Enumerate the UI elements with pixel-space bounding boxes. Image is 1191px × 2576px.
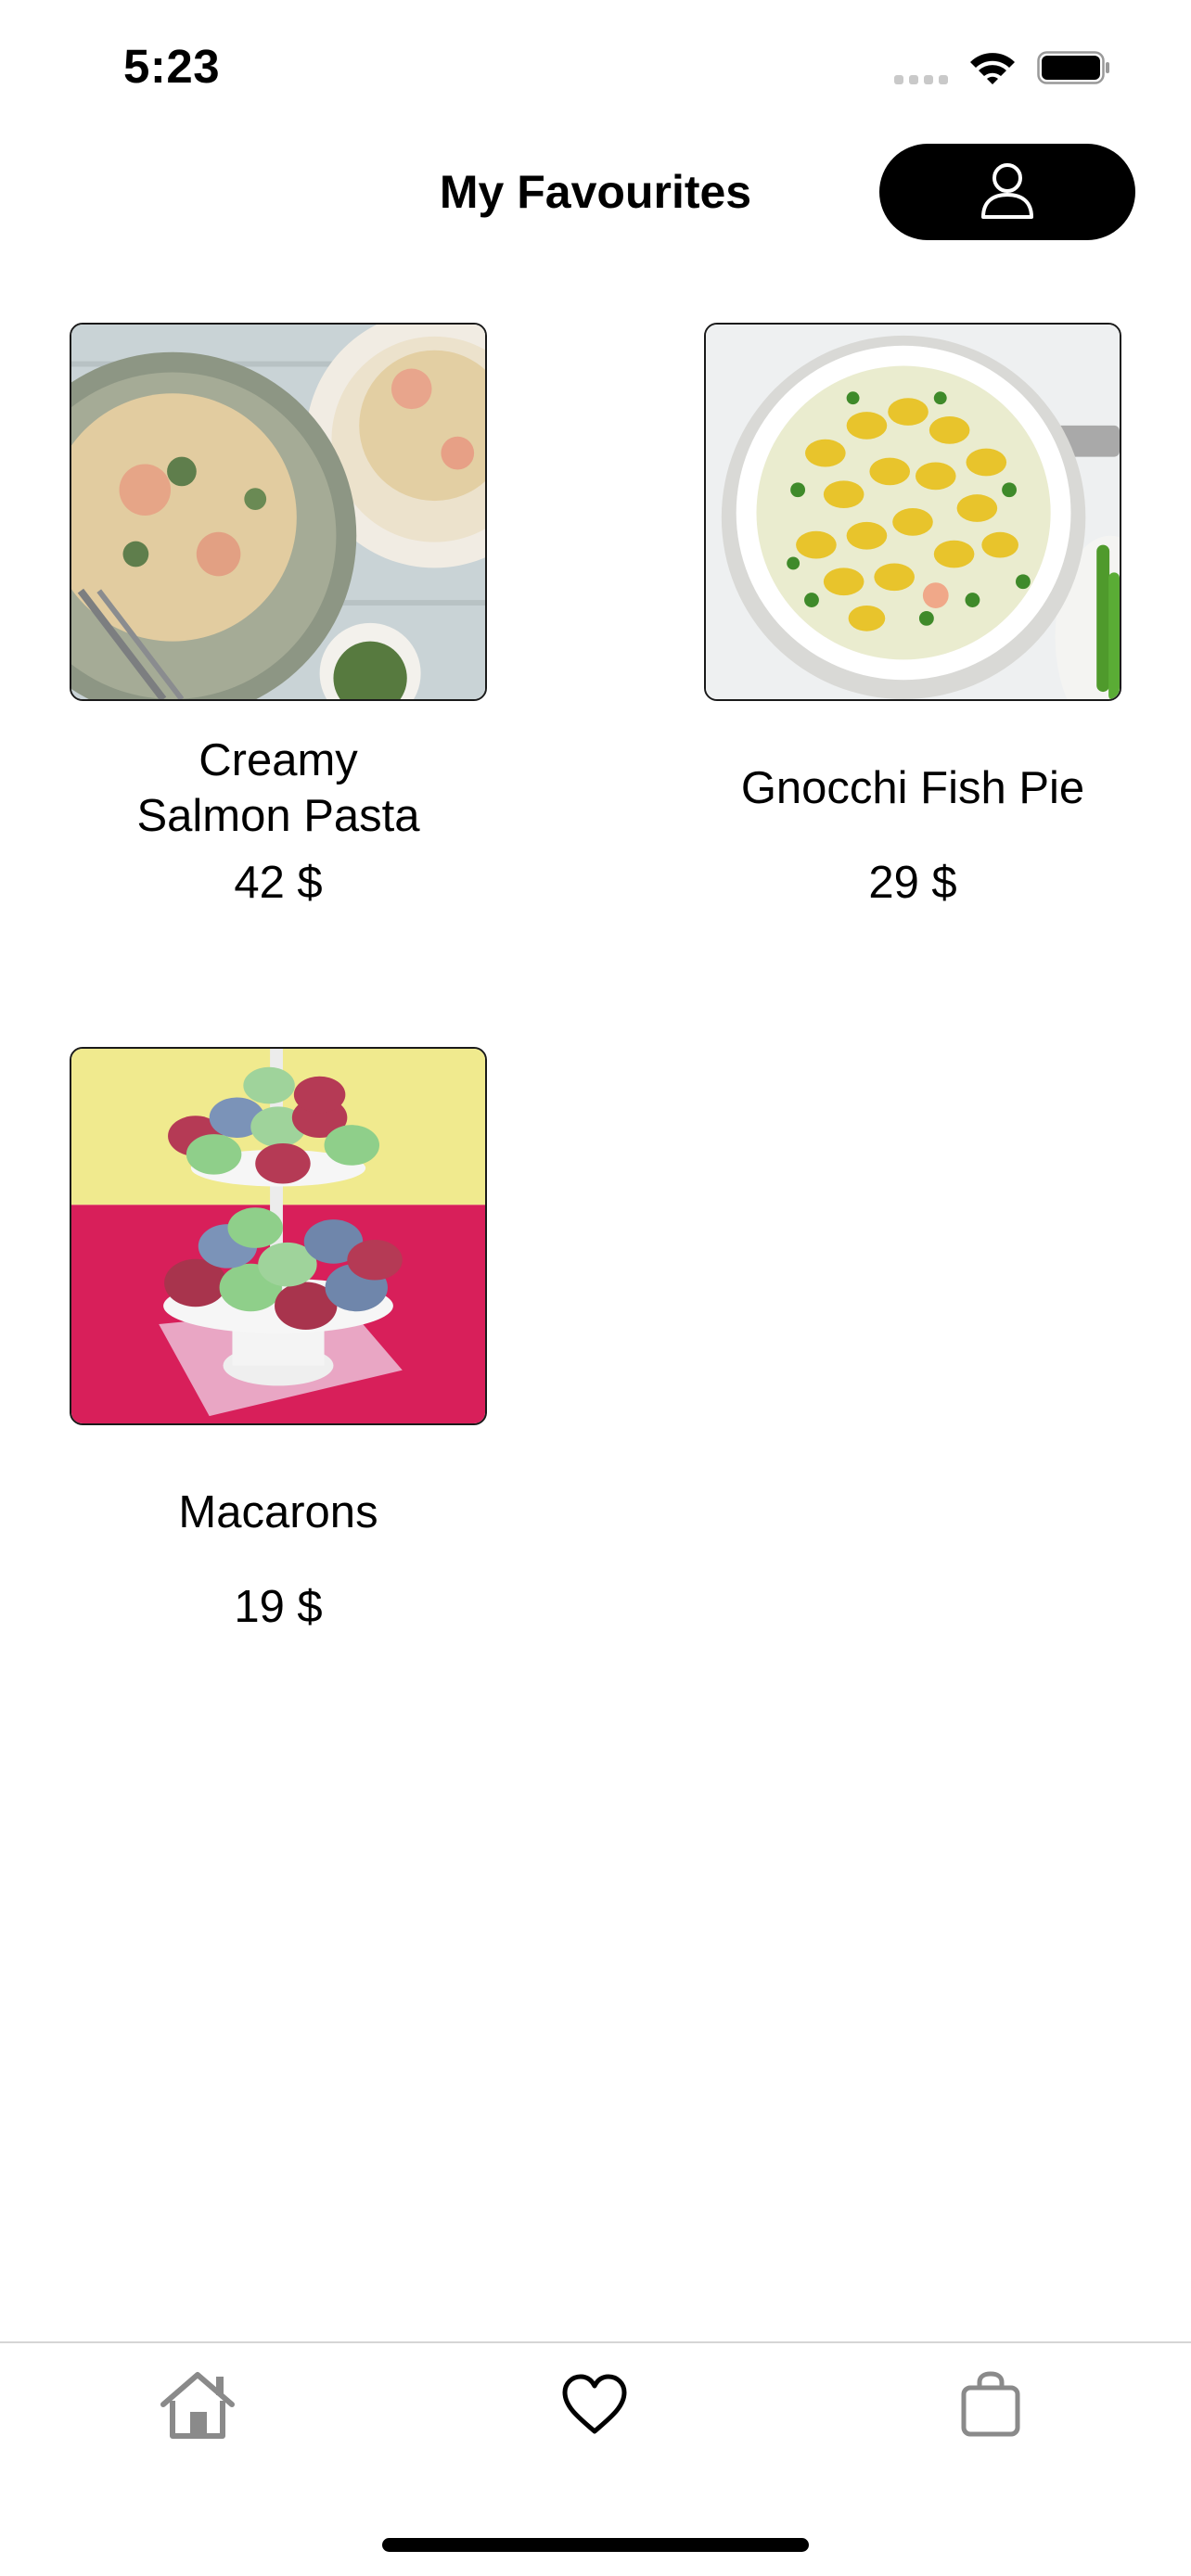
tab-home[interactable] xyxy=(142,2360,253,2453)
card-price: 29 $ xyxy=(868,858,957,908)
wifi-icon xyxy=(968,50,1017,85)
card-price: 19 $ xyxy=(234,1582,323,1632)
card-name: Gnocchi Fish Pie xyxy=(740,763,1085,813)
creamy-salmon-pasta-image[interactable] xyxy=(70,323,487,701)
favourite-card[interactable]: Gnocchi Fish Pie 29 $ xyxy=(704,323,1121,909)
profile-button[interactable] xyxy=(879,144,1135,240)
favourite-card[interactable]: Creamy Salmon Pasta 42 $ xyxy=(70,323,487,909)
shopping-bag-icon xyxy=(960,2370,1021,2442)
favourite-card[interactable]: Macarons 19 $ xyxy=(70,1047,487,1633)
macarons-image[interactable] xyxy=(70,1047,487,1425)
card-name: Creamy Salmon Pasta xyxy=(136,735,420,841)
cellular-signal-icon xyxy=(894,51,948,84)
tab-favourites[interactable] xyxy=(539,2360,650,2453)
status-time: 5:23 xyxy=(123,40,221,93)
heart-icon xyxy=(561,2374,628,2440)
tab-cart[interactable] xyxy=(935,2360,1046,2453)
gnocchi-fish-pie-image[interactable] xyxy=(704,323,1121,701)
status-icons xyxy=(894,46,1111,89)
battery-icon xyxy=(1037,50,1111,85)
card-name: Macarons xyxy=(178,1487,378,1537)
card-price: 42 $ xyxy=(234,858,323,908)
home-indicator xyxy=(382,2538,809,2552)
person-icon xyxy=(980,160,1035,224)
home-icon xyxy=(158,2369,237,2444)
